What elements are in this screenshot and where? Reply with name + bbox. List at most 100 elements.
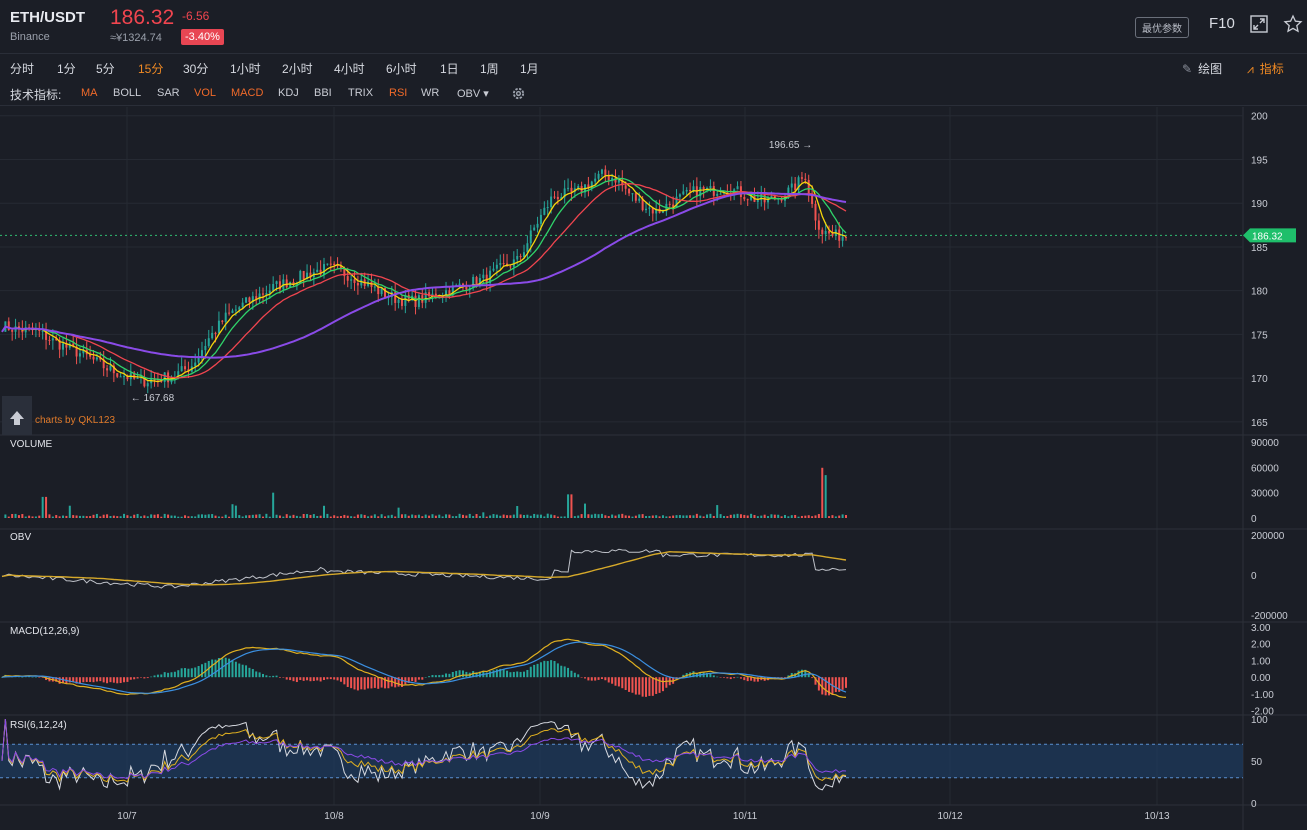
- volume-bar: [817, 514, 820, 518]
- indicator-ma[interactable]: MA: [81, 87, 98, 99]
- macd-histogram-bar: [631, 677, 634, 693]
- indicator-boll[interactable]: BOLL: [113, 87, 141, 99]
- volume-bar: [34, 516, 37, 518]
- candle-body: [553, 196, 556, 198]
- period-tab-4[interactable]: 30分: [183, 60, 208, 77]
- volume-bar: [482, 512, 485, 518]
- price-change: -6.56: [182, 9, 210, 23]
- volume-tick-label: 30000: [1251, 489, 1279, 500]
- rsi-pane[interactable]: RSI(6,12,24): [0, 718, 1243, 791]
- price-pane[interactable]: 186.32 196.65 → ← 167.68 charts by QKL123: [0, 140, 1296, 435]
- price-tick-label: 195: [1251, 155, 1268, 166]
- indicator-wr[interactable]: WR: [421, 87, 439, 99]
- period-tab-9[interactable]: 1日: [440, 60, 459, 77]
- macd-histogram-bar: [628, 677, 631, 692]
- volume-bar: [319, 515, 322, 518]
- volume-bar: [333, 515, 336, 518]
- macd-histogram-bar: [343, 677, 346, 685]
- candle-body: [821, 229, 824, 235]
- ma-60-line: [1, 191, 847, 359]
- volume-bar: [326, 513, 329, 518]
- macd-histogram-bar: [319, 677, 322, 682]
- macd-histogram-bar: [526, 669, 529, 678]
- macd-histogram-bar: [370, 677, 373, 689]
- volume-bar: [614, 515, 617, 518]
- macd-histogram-bar: [38, 677, 41, 678]
- macd-histogram-bar: [309, 677, 312, 682]
- price-tick-label: 200: [1251, 112, 1268, 123]
- macd-pane[interactable]: MACD(12,26,9): [1, 626, 847, 698]
- candle-body: [482, 274, 485, 279]
- macd-histogram-bar: [641, 677, 644, 697]
- macd-histogram-bar: [509, 672, 512, 678]
- indicator-vol[interactable]: VOL: [194, 87, 216, 99]
- volume-bar: [777, 514, 780, 518]
- volume-bar: [136, 513, 139, 518]
- candle-body: [678, 194, 681, 197]
- volume-bar: [451, 516, 454, 518]
- macd-histogram-bar: [726, 677, 729, 679]
- volume-bar: [207, 514, 210, 518]
- volume-bar: [92, 514, 95, 518]
- candle-body: [323, 264, 326, 275]
- period-tab-8[interactable]: 6小时: [386, 60, 417, 77]
- volume-bar: [692, 515, 695, 518]
- candle-body: [458, 283, 461, 286]
- macd-histogram-bar: [282, 677, 285, 678]
- chart-area[interactable]: 186.32 196.65 → ← 167.68 charts by QKL123 V…: [0, 107, 1307, 830]
- period-tab-3[interactable]: 15分: [138, 60, 163, 77]
- indicator-macd[interactable]: MACD: [231, 87, 263, 99]
- indicator-trix[interactable]: TRIX: [348, 87, 373, 99]
- indicator-rsi[interactable]: RSI: [389, 87, 407, 99]
- period-tab-6[interactable]: 2小时: [282, 60, 313, 77]
- volume-bar: [72, 515, 75, 518]
- macd-histogram-bar: [153, 675, 156, 678]
- macd-tick-label: 1.00: [1251, 656, 1271, 667]
- macd-histogram-bar: [167, 672, 170, 678]
- candle-body: [106, 368, 109, 371]
- obv-pane[interactable]: OBV: [1, 532, 847, 589]
- candle-body: [238, 307, 241, 310]
- period-tab-10[interactable]: 1周: [480, 60, 499, 77]
- volume-bar: [780, 516, 783, 518]
- macd-histogram-bar: [611, 677, 614, 684]
- volume-bar: [604, 515, 607, 518]
- volume-bar: [675, 515, 678, 518]
- candle-body: [353, 279, 356, 283]
- period-tab-11[interactable]: 1月: [520, 60, 539, 77]
- indicator-kdj[interactable]: KDJ: [278, 87, 299, 99]
- candle-body: [417, 295, 420, 307]
- volume-bar: [177, 516, 180, 518]
- macd-histogram-bar: [431, 675, 434, 678]
- best-params-button[interactable]: 最优参数: [1135, 17, 1189, 38]
- volume-bar: [682, 515, 685, 518]
- period-tab-5[interactable]: 1小时: [230, 60, 261, 77]
- macd-histogram-bar: [651, 677, 654, 696]
- volume-bar: [261, 516, 264, 518]
- volume-bar: [492, 514, 495, 518]
- volume-bar: [539, 514, 542, 518]
- macd-histogram-bar: [119, 677, 122, 684]
- candle-body: [516, 255, 519, 260]
- watermark-text: charts by QKL123: [35, 415, 115, 426]
- expand-icon[interactable]: [1249, 14, 1269, 34]
- indicator-button[interactable]: ⩘ 指标: [1247, 60, 1284, 77]
- volume-pane[interactable]: VOLUME: [4, 439, 847, 518]
- period-tab-0[interactable]: 分时: [10, 60, 34, 77]
- f10-button[interactable]: F10: [1209, 15, 1235, 32]
- macd-histogram-bar: [278, 677, 281, 678]
- period-tab-2[interactable]: 5分: [96, 60, 115, 77]
- indicator-sar[interactable]: SAR: [157, 87, 180, 99]
- volume-bar: [465, 515, 468, 518]
- macd-histogram-bar: [109, 677, 112, 683]
- candle-body: [841, 236, 844, 241]
- indicator-obv[interactable]: OBV ▾: [457, 87, 489, 100]
- indicator-bbi[interactable]: BBI: [314, 87, 332, 99]
- draw-button[interactable]: ✎ 绘图: [1182, 60, 1222, 77]
- period-tab-7[interactable]: 4小时: [334, 60, 365, 77]
- star-icon[interactable]: [1283, 14, 1303, 34]
- period-tab-1[interactable]: 1分: [57, 60, 76, 77]
- rsi-title: RSI(6,12,24): [10, 720, 67, 731]
- gear-icon[interactable]: [511, 86, 526, 101]
- candle-body: [631, 193, 634, 195]
